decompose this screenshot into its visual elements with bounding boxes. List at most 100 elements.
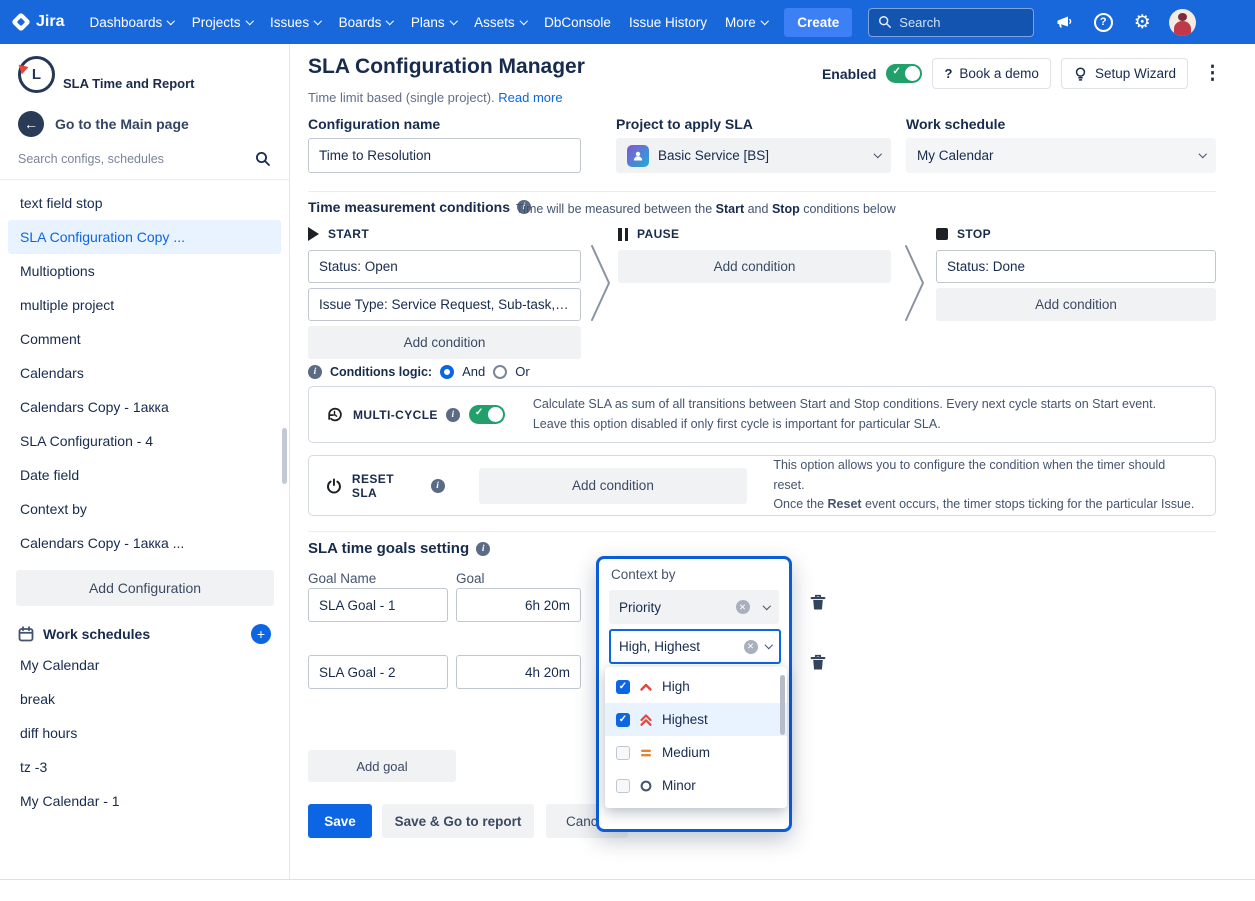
add-goal-button[interactable]: Add goal (308, 750, 456, 782)
sidebar-config-item[interactable]: Calendars Copy - 1акка ... (0, 526, 289, 560)
work-schedule-select[interactable]: My Calendar (906, 138, 1216, 173)
sidebar-config-item[interactable]: Calendars Copy - 1акка (0, 390, 289, 424)
hint-text: Time will be measured between the (516, 202, 716, 216)
pause-add-condition-button[interactable]: Add condition (618, 250, 891, 283)
sidebar-schedule-item[interactable]: My Calendar - 1 (0, 784, 289, 818)
gear-icon[interactable] (1130, 10, 1154, 34)
context-field-select[interactable]: Priority (609, 590, 779, 624)
read-more-link[interactable]: Read more (498, 90, 562, 105)
option-label: Medium (662, 745, 710, 760)
checkbox-unchecked-icon[interactable] (616, 779, 630, 793)
goals-title: SLA time goals setting (308, 540, 469, 557)
calendar-icon (18, 626, 34, 642)
sidebar-schedule-item[interactable]: My Calendar (0, 648, 289, 682)
delete-goal-button[interactable] (808, 592, 828, 616)
conditions-logic-row: Conditions logic: And Or (308, 364, 530, 379)
clear-icon[interactable] (744, 640, 758, 654)
chevron-down-icon (762, 602, 770, 610)
avatar[interactable] (1169, 9, 1196, 36)
nav-item-boards[interactable]: Boards (330, 9, 402, 36)
nav-item-label: Dashboards (89, 15, 162, 30)
nav-item-plans[interactable]: Plans (402, 9, 465, 36)
dropdown-option-medium[interactable]: Medium (605, 736, 787, 769)
reset-add-condition-button[interactable]: Add condition (479, 468, 748, 504)
sidebar-config-item[interactable]: Calendars (0, 356, 289, 390)
dropdown-option-high[interactable]: High (605, 670, 787, 703)
info-icon[interactable] (431, 479, 445, 493)
announcements-icon[interactable] (1052, 10, 1076, 34)
sidebar-config-item[interactable]: text field stop (0, 186, 289, 220)
dropdown-scrollbar[interactable] (780, 675, 785, 735)
sidebar-config-item[interactable]: Comment (0, 322, 289, 356)
add-configuration-button[interactable]: Add Configuration (16, 570, 274, 606)
context-values-value: High, Highest (619, 639, 736, 654)
context-values-select[interactable]: High, Highest (609, 629, 781, 664)
multi-cycle-toggle[interactable] (469, 405, 505, 424)
sidebar-config-item[interactable]: Date field (0, 458, 289, 492)
clear-icon[interactable] (736, 600, 750, 614)
global-search[interactable] (868, 8, 1034, 37)
nav-item-issues[interactable]: Issues (261, 9, 330, 36)
dropdown-option-minor[interactable]: Minor (605, 769, 787, 802)
description-text: Once the (773, 497, 827, 511)
nav-item-projects[interactable]: Projects (183, 9, 261, 36)
sidebar-config-item[interactable]: Multioptions (0, 254, 289, 288)
goal-value-input[interactable] (456, 588, 581, 622)
back-arrow-icon[interactable] (18, 111, 44, 137)
nav-item-assets[interactable]: Assets (465, 9, 535, 36)
save-and-go-to-report-button[interactable]: Save & Go to report (382, 804, 534, 838)
goal-name-column-header: Goal Name (308, 571, 376, 586)
goal-name-input[interactable] (308, 588, 448, 622)
conditions-logic-label: Conditions logic: (330, 365, 432, 379)
stop-column-header: STOP (936, 227, 991, 241)
checkbox-unchecked-icon[interactable] (616, 746, 630, 760)
global-search-input[interactable] (899, 15, 1017, 30)
start-add-condition-button[interactable]: Add condition (308, 326, 581, 359)
info-icon[interactable] (308, 365, 322, 379)
info-icon[interactable] (476, 542, 490, 556)
help-icon[interactable] (1091, 10, 1115, 34)
book-a-demo-button[interactable]: Book a demo (932, 58, 1051, 89)
save-button[interactable]: Save (308, 804, 372, 838)
dropdown-option-highest[interactable]: Highest (605, 703, 787, 736)
logic-and-radio[interactable] (440, 365, 454, 379)
back-to-main-page[interactable]: Go to the Main page (18, 111, 271, 137)
stop-add-condition-button[interactable]: Add condition (936, 288, 1216, 321)
nav-item-more[interactable]: More (716, 9, 776, 36)
sidebar-search[interactable] (18, 151, 271, 179)
stop-condition-chip[interactable]: Status: Done (936, 250, 1216, 283)
create-button[interactable]: Create (784, 8, 852, 37)
start-condition-chip[interactable]: Status: Open (308, 250, 581, 283)
nav-item-dashboards[interactable]: Dashboards (80, 9, 182, 36)
nav-item-label: More (725, 15, 756, 30)
logic-or-radio[interactable] (493, 365, 507, 379)
conditions-hint: Time will be measured between the Start … (516, 202, 896, 216)
sidebar-schedule-item[interactable]: diff hours (0, 716, 289, 750)
config-name-input[interactable] (308, 138, 581, 173)
delete-goal-button[interactable] (808, 652, 828, 676)
setup-wizard-button[interactable]: Setup Wizard (1061, 58, 1188, 89)
sidebar-config-item[interactable]: Context by (0, 492, 289, 526)
sidebar-schedule-item[interactable]: break (0, 682, 289, 716)
sidebar-search-input[interactable] (18, 152, 255, 166)
checkbox-checked-icon[interactable] (616, 713, 630, 727)
project-select[interactable]: Basic Service [BS] (616, 138, 891, 173)
start-condition-chip[interactable]: Issue Type: Service Request, Sub-task, T… (308, 288, 581, 321)
goal-name-input[interactable] (308, 655, 448, 689)
nav-item-issue-history[interactable]: Issue History (620, 9, 716, 36)
enabled-toggle[interactable] (886, 64, 922, 83)
history-icon (326, 406, 343, 423)
more-options-button[interactable] (1198, 62, 1227, 85)
sidebar-schedule-item[interactable]: tz -3 (0, 750, 289, 784)
sla-app-logo-icon (18, 56, 55, 93)
nav-item-dbconsole[interactable]: DbConsole (535, 9, 620, 36)
sidebar-config-item[interactable]: SLA Configuration - 4 (0, 424, 289, 458)
add-schedule-button[interactable] (251, 624, 271, 644)
sidebar-config-item[interactable]: multiple project (0, 288, 289, 322)
sidebar-scrollbar[interactable] (282, 428, 287, 484)
goal-value-input[interactable] (456, 655, 581, 689)
sidebar-config-item-selected[interactable]: SLA Configuration Copy ... (8, 220, 281, 254)
info-icon[interactable] (446, 408, 460, 422)
jira-logo[interactable]: Jira (14, 13, 64, 31)
checkbox-checked-icon[interactable] (616, 680, 630, 694)
